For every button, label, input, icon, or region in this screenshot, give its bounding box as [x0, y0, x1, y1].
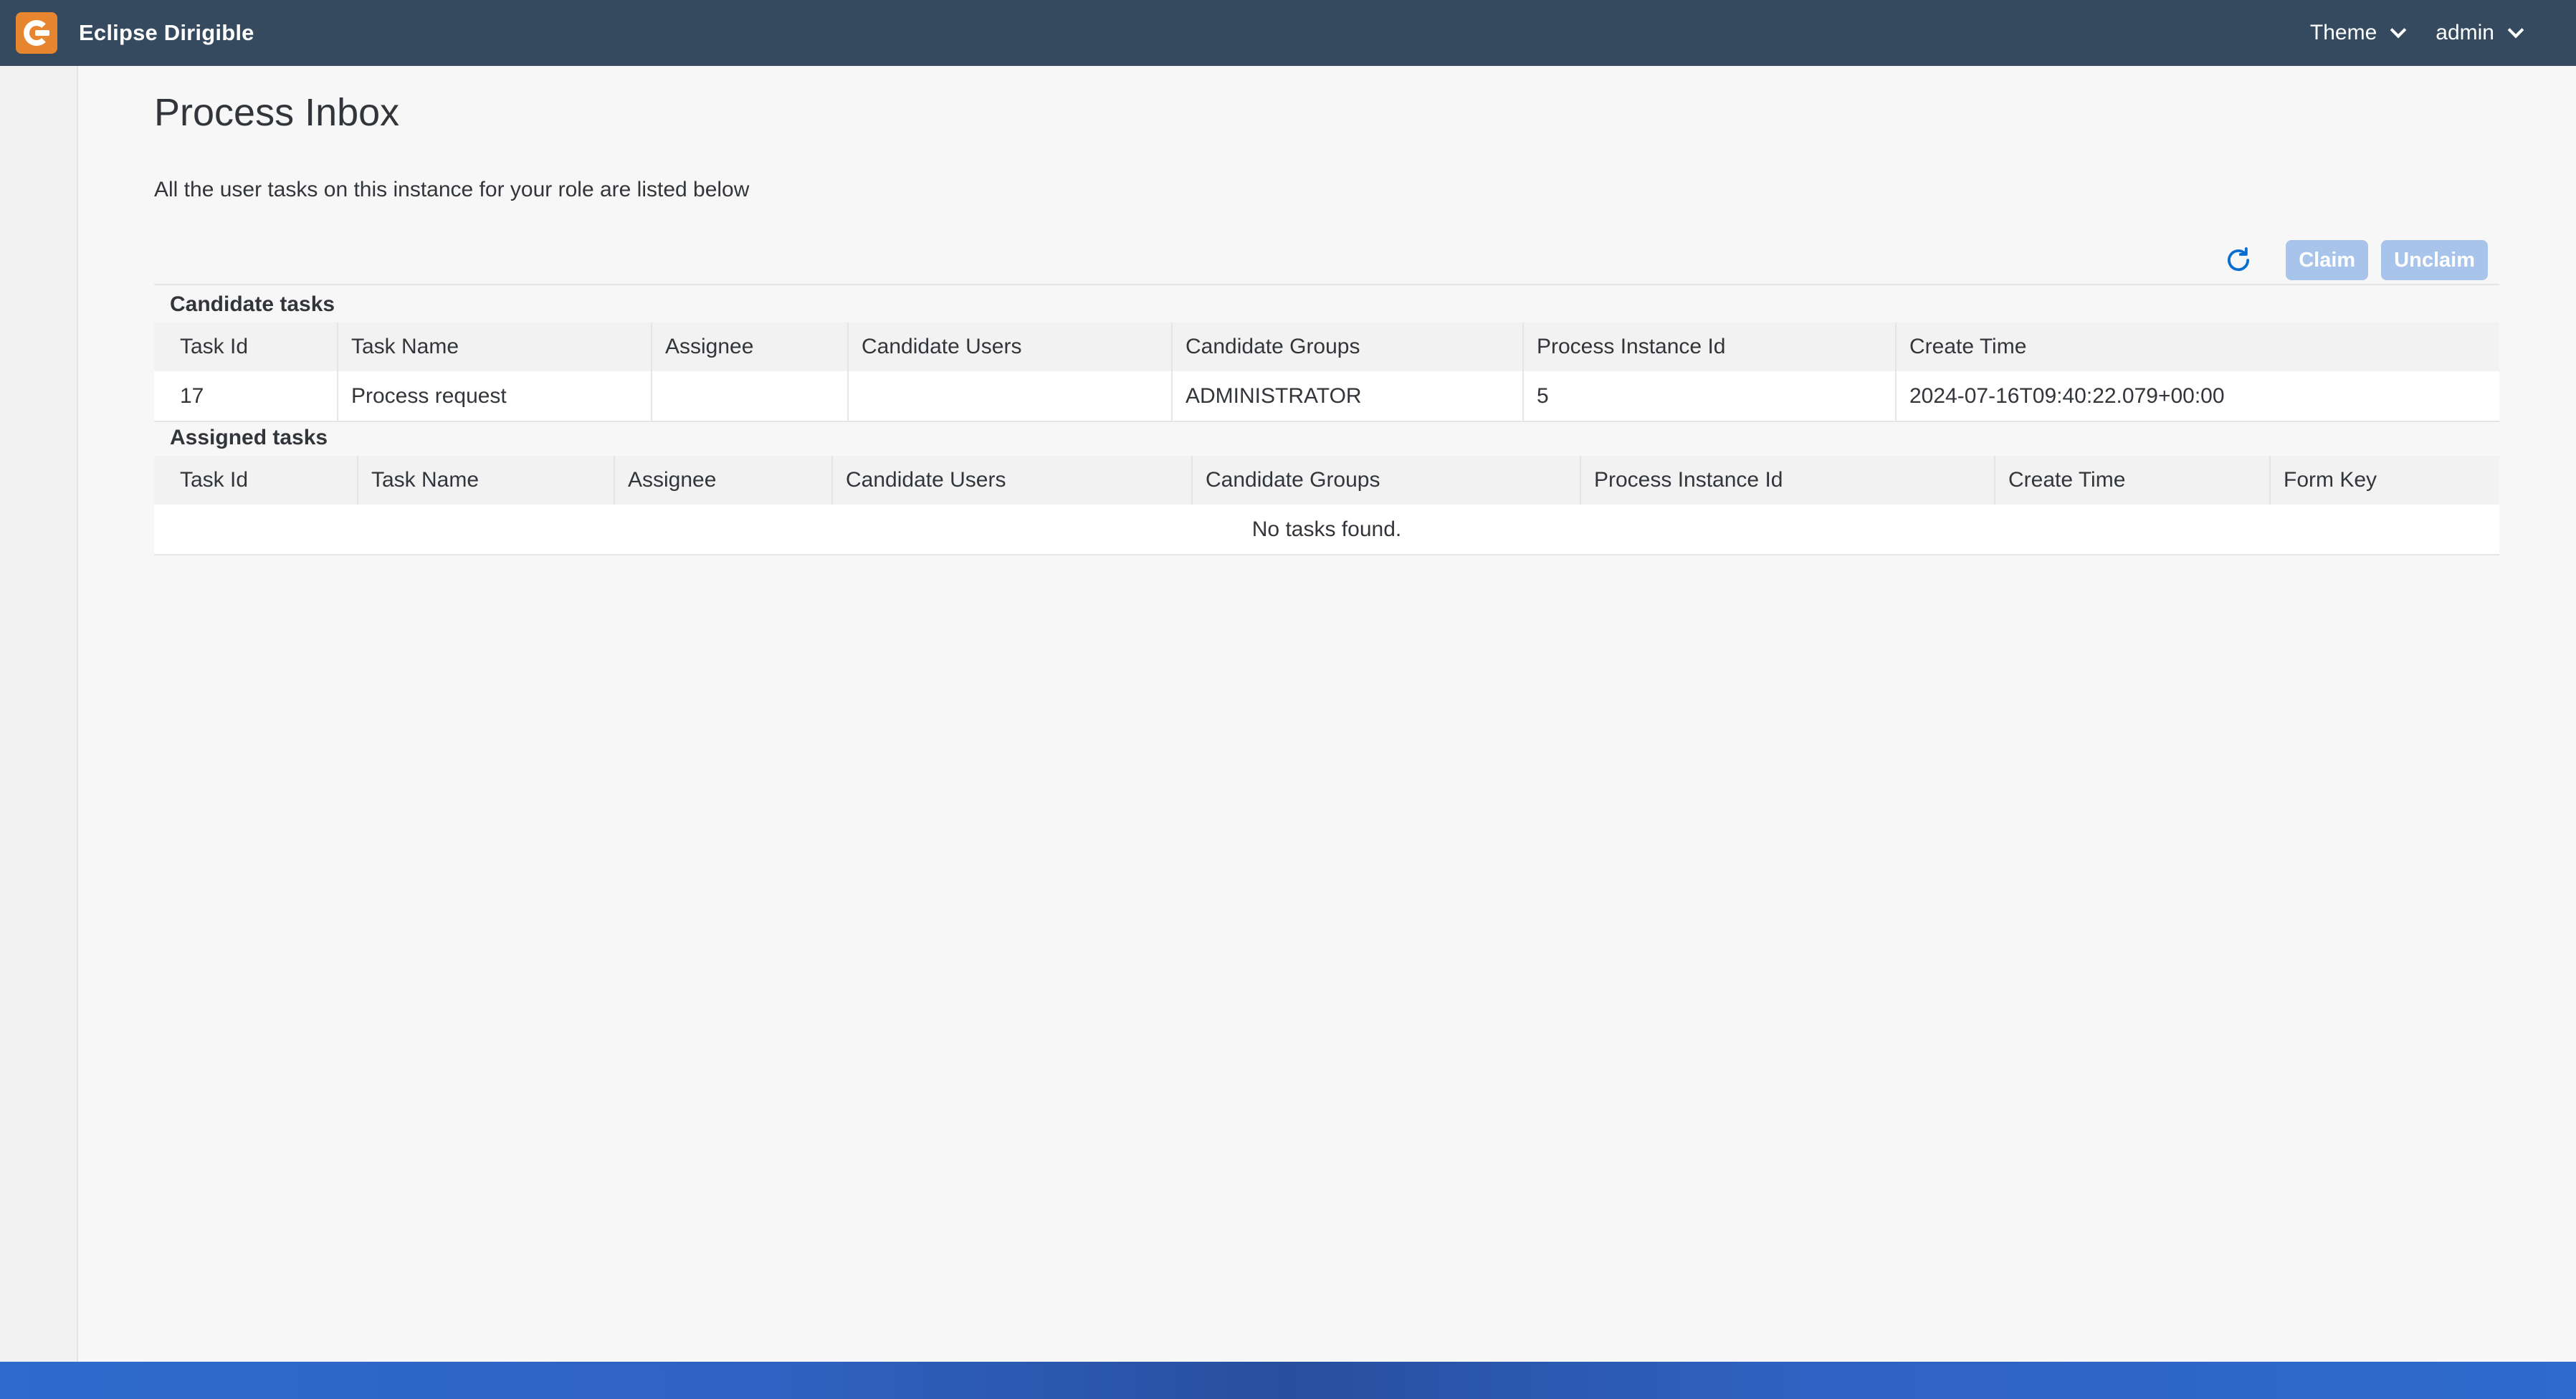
table-row[interactable]: 17 Process request ADMINISTRATOR 5 2024-… [154, 371, 2499, 421]
status-bar [0, 1362, 2576, 1399]
column-header-form-key[interactable]: Form Key [2270, 456, 2499, 505]
table-toolbar: Claim Unclaim [154, 239, 2499, 285]
assigned-tasks-label: Assigned tasks [170, 426, 328, 449]
side-navigation [0, 66, 78, 1362]
column-header-task-id[interactable]: Task Id [154, 456, 358, 505]
no-tasks-message: No tasks found. [1251, 517, 1402, 541]
product-title: Eclipse Dirigible [79, 20, 254, 45]
column-header-candidate-groups[interactable]: Candidate Groups [1172, 323, 1524, 371]
cell-assignee [652, 371, 849, 421]
chevron-down-icon [2507, 22, 2524, 39]
column-header-process-instance-id[interactable]: Process Instance Id [1580, 456, 1995, 505]
cell-task-name: Process request [338, 371, 652, 421]
column-header-candidate-users[interactable]: Candidate Users [848, 323, 1173, 371]
theme-menu-label: Theme [2309, 21, 2377, 44]
shell-bar: Eclipse Dirigible Theme admin [0, 0, 2576, 66]
candidate-tasks-label: Candidate tasks [170, 292, 335, 316]
page-title: Process Inbox [154, 91, 400, 134]
column-header-candidate-users[interactable]: Candidate Users [832, 456, 1193, 505]
claim-button[interactable]: Claim [2286, 240, 2369, 280]
chevron-down-icon [2390, 22, 2407, 39]
column-header-assignee[interactable]: Assignee [614, 456, 833, 505]
assigned-tasks-header-row: Task Id Task Name Assignee Candidate Use… [154, 456, 2499, 505]
column-header-assignee[interactable]: Assignee [652, 323, 849, 371]
cell-candidate-users [848, 371, 1173, 421]
shell-actions: Theme admin [2279, 21, 2524, 45]
theme-menu[interactable]: Theme [2309, 21, 2407, 45]
dirigible-logo-icon [16, 12, 57, 54]
cell-create-time: 2024-07-16T09:40:22.079+00:00 [1909, 383, 2225, 408]
unclaim-button[interactable]: Unclaim [2381, 240, 2488, 280]
brand[interactable]: Eclipse Dirigible [16, 12, 254, 54]
column-header-task-name[interactable]: Task Name [338, 323, 652, 371]
candidate-tasks-table: Task Id Task Name Assignee Candidate Use… [154, 323, 2499, 422]
refresh-icon [2228, 247, 2250, 272]
cell-candidate-groups: ADMINISTRATOR [1172, 371, 1524, 421]
cell-process-instance-id: 5 [1523, 371, 1897, 421]
cell-task-id: 17 [154, 371, 338, 421]
column-header-task-name[interactable]: Task Name [358, 456, 615, 505]
refresh-button[interactable] [2218, 240, 2258, 280]
page-description: All the user tasks on this instance for … [154, 178, 750, 201]
column-header-task-id[interactable]: Task Id [154, 323, 338, 371]
column-header-create-time[interactable]: Create Time [1896, 323, 2499, 371]
candidate-tasks-header-row: Task Id Task Name Assignee Candidate Use… [154, 323, 2499, 371]
user-menu-label: admin [2436, 21, 2494, 44]
user-menu[interactable]: admin [2436, 21, 2524, 45]
empty-row: No tasks found. [154, 505, 2499, 555]
column-header-candidate-groups[interactable]: Candidate Groups [1192, 456, 1581, 505]
assigned-tasks-table: Task Id Task Name Assignee Candidate Use… [154, 456, 2499, 555]
column-header-process-instance-id[interactable]: Process Instance Id [1523, 323, 1897, 371]
column-header-create-time[interactable]: Create Time [1995, 456, 2271, 505]
